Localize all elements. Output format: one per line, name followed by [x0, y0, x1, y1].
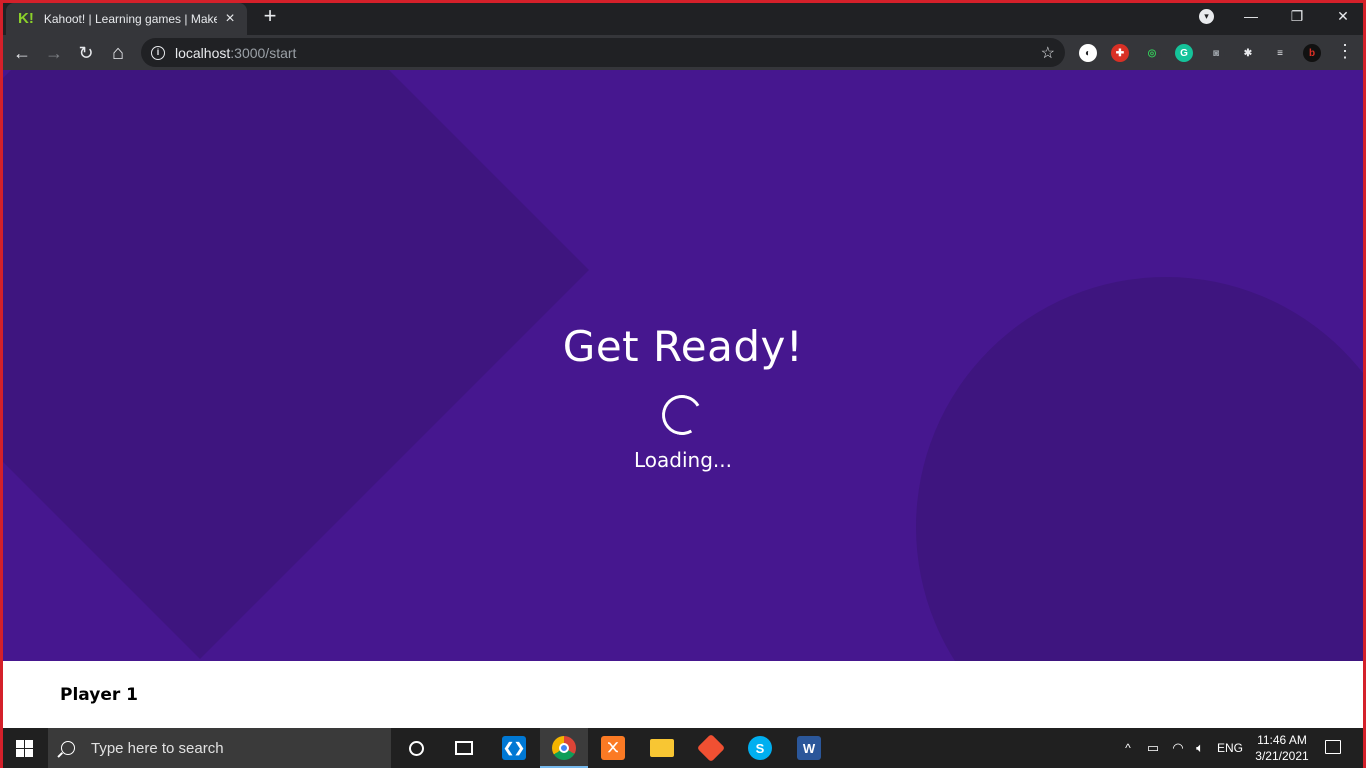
clock-date: 3/21/2021	[1255, 749, 1309, 763]
game-stage: Get Ready! Loading...	[3, 70, 1363, 661]
url-text[interactable]: localhost:3000/start	[175, 45, 296, 61]
site-info-icon[interactable]: i	[151, 45, 165, 60]
windows-logo-icon	[24, 748, 33, 757]
word-icon: W	[797, 736, 821, 760]
notification-center-icon[interactable]	[1325, 740, 1341, 754]
chrome-icon	[552, 736, 576, 760]
file-explorer-button[interactable]	[638, 728, 686, 768]
url-path: :3000/start	[230, 44, 297, 61]
camera-icon[interactable]: ◙	[1207, 44, 1225, 62]
cortana-icon	[408, 740, 424, 756]
clock[interactable]: 11:46 AM 3/21/2021	[1254, 732, 1310, 764]
tab-search-icon[interactable]: ▾	[1199, 9, 1214, 24]
skype-button[interactable]: S	[736, 728, 784, 768]
wifi-icon[interactable]: ◠	[1168, 728, 1188, 768]
address-bar[interactable]: i localhost:3000/start ☆	[141, 38, 1065, 67]
windows-logo-icon	[15, 748, 24, 757]
extension-3-icon[interactable]: ◎	[1143, 44, 1161, 62]
browser-toolbar: ← → ↻ ⌂ i localhost:3000/start ☆ ◐ ✚ ◎ G ◙ ✱ ≡…	[0, 35, 1366, 70]
start-button[interactable]	[0, 728, 48, 768]
language-indicator[interactable]: ENG	[1213, 728, 1247, 768]
vscode-button[interactable]: ❮❯	[490, 728, 538, 768]
media-queue-icon[interactable]: ≡	[1271, 44, 1289, 62]
extension-2-icon[interactable]: ✚	[1111, 44, 1129, 62]
player-bar: Player 1	[3, 661, 1363, 728]
git-button[interactable]	[687, 728, 735, 768]
windows-logo-icon	[24, 739, 33, 748]
battery-icon[interactable]: ▭	[1143, 728, 1163, 768]
tab-kahoot[interactable]: K! Kahoot! | Learning games | Make learn…	[6, 3, 247, 35]
home-button[interactable]: ⌂	[104, 39, 132, 67]
tab-close-icon[interactable]: ×	[221, 10, 239, 28]
grammarly-icon[interactable]: G	[1175, 44, 1193, 62]
word-button[interactable]: W	[785, 728, 833, 768]
new-tab-button[interactable]: +	[258, 5, 282, 29]
vscode-icon: ❮❯	[502, 736, 526, 760]
tab-strip: K! Kahoot! | Learning games | Make learn…	[0, 0, 1366, 35]
reload-button[interactable]: ↻	[72, 39, 100, 67]
forward-button[interactable]: →	[40, 39, 68, 67]
restore-button[interactable]: ❐	[1274, 0, 1320, 32]
kahoot-favicon-icon: K!	[18, 10, 34, 27]
loading-text: Loading...	[634, 448, 732, 472]
url-host: localhost	[175, 44, 231, 61]
skype-icon: S	[748, 736, 772, 760]
show-hidden-icons-button[interactable]: ^	[1120, 728, 1136, 768]
task-view-icon	[455, 741, 473, 755]
task-view-button[interactable]	[440, 728, 488, 768]
profile-avatar-icon[interactable]: b	[1303, 44, 1321, 62]
clock-time: 11:46 AM	[1257, 733, 1307, 747]
taskbar-search-box[interactable]: Type here to search	[48, 728, 391, 768]
tab-title: Kahoot! | Learning games | Make learning…	[43, 12, 218, 26]
extensions-puzzle-icon[interactable]: ✱	[1239, 44, 1257, 62]
extension-1-icon[interactable]: ◐	[1079, 44, 1097, 62]
search-placeholder: Type here to search	[91, 739, 224, 757]
chrome-button[interactable]	[540, 728, 588, 768]
chrome-menu-icon[interactable]: ⋮	[1336, 41, 1354, 62]
volume-icon[interactable]: 🔈︎	[1190, 728, 1210, 768]
back-button[interactable]: ←	[8, 39, 36, 67]
minimize-button[interactable]: —	[1228, 0, 1274, 32]
player-name: Player 1	[60, 685, 138, 705]
file-explorer-icon	[650, 739, 674, 757]
windows-logo-icon	[15, 739, 24, 748]
get-ready-heading: Get Ready!	[562, 322, 804, 371]
page-viewport: Get Ready! Loading... Player 1	[3, 70, 1363, 728]
xampp-button[interactable]: ᙭	[589, 728, 637, 768]
search-icon	[61, 741, 75, 755]
windows-taskbar: Type here to search ❮❯ ᙭ S W ^ ▭ ◠ 🔈︎ EN…	[0, 728, 1366, 768]
close-window-button[interactable]: ✕	[1320, 0, 1366, 32]
cortana-button[interactable]	[392, 728, 440, 768]
bookmark-star-icon[interactable]: ☆	[1041, 43, 1055, 63]
loading-spinner-icon	[657, 390, 707, 440]
xampp-icon: ᙭	[601, 736, 625, 760]
git-icon	[696, 733, 726, 763]
